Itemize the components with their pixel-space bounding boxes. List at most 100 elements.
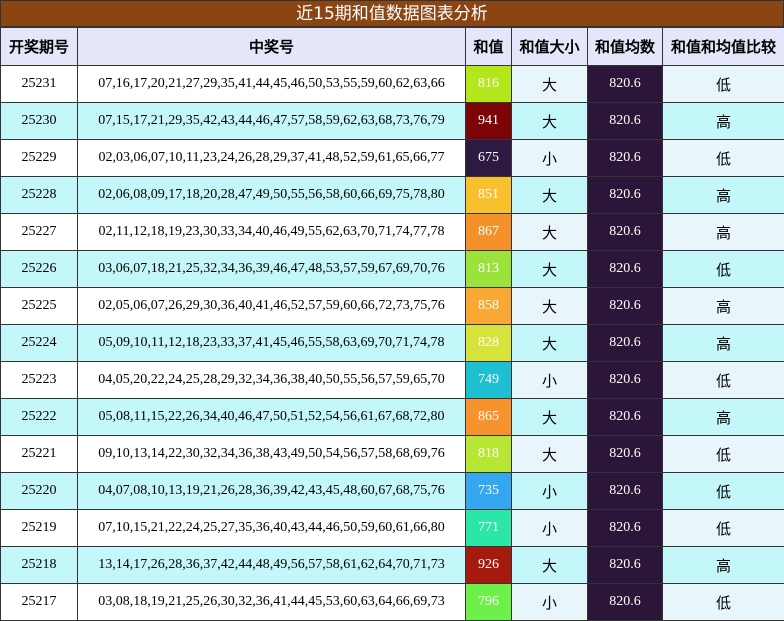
sum-size-cell: 大 <box>512 436 588 473</box>
sum-size-cell: 小 <box>512 362 588 399</box>
issue-cell: 25226 <box>1 251 78 288</box>
winning-numbers-cell: 03,08,18,19,21,25,26,30,32,36,41,44,45,5… <box>78 584 466 621</box>
table-row: 2522802,06,08,09,17,18,20,28,47,49,50,55… <box>1 177 784 214</box>
sum-cell: 735 <box>466 473 512 510</box>
winning-numbers-cell: 03,06,07,18,21,25,32,34,36,39,46,47,48,5… <box>78 251 466 288</box>
header-sum-size: 和值大小 <box>512 28 588 66</box>
table-header-row: 开奖期号 中奖号 和值 和值大小 和值均数 和值和均值比较 <box>1 28 784 66</box>
winning-numbers-cell: 02,11,12,18,19,23,30,33,34,40,46,49,55,6… <box>78 214 466 251</box>
sum-compare-cell: 低 <box>663 510 784 547</box>
issue-cell: 25224 <box>1 325 78 362</box>
sum-average-cell: 820.6 <box>588 325 663 362</box>
table-row: 2522902,03,06,07,10,11,23,24,26,28,29,37… <box>1 140 784 177</box>
table-row: 2522702,11,12,18,19,23,30,33,34,40,46,49… <box>1 214 784 251</box>
sum-cell: 675 <box>466 140 512 177</box>
sum-compare-cell: 高 <box>663 288 784 325</box>
sum-cell: 771 <box>466 510 512 547</box>
sum-compare-cell: 低 <box>663 140 784 177</box>
sum-average-cell: 820.6 <box>588 362 663 399</box>
table-row: 2522603,06,07,18,21,25,32,34,36,39,46,47… <box>1 251 784 288</box>
header-numbers: 中奖号 <box>78 28 466 66</box>
header-sum: 和值 <box>466 28 512 66</box>
table-row: 2522304,05,20,22,24,25,28,29,32,34,36,38… <box>1 362 784 399</box>
sum-cell: 813 <box>466 251 512 288</box>
sum-average-cell: 820.6 <box>588 177 663 214</box>
issue-cell: 25222 <box>1 399 78 436</box>
sum-cell: 926 <box>466 547 512 584</box>
sum-size-cell: 小 <box>512 140 588 177</box>
table-row: 2522502,05,06,07,26,29,30,36,40,41,46,52… <box>1 288 784 325</box>
sum-average-cell: 820.6 <box>588 66 663 103</box>
table-row: 2522205,08,11,15,22,26,34,40,46,47,50,51… <box>1 399 784 436</box>
sum-average-cell: 820.6 <box>588 214 663 251</box>
winning-numbers-cell: 13,14,17,26,28,36,37,42,44,48,49,56,57,5… <box>78 547 466 584</box>
winning-numbers-cell: 02,06,08,09,17,18,20,28,47,49,50,55,56,5… <box>78 177 466 214</box>
sum-compare-cell: 高 <box>663 547 784 584</box>
issue-cell: 25221 <box>1 436 78 473</box>
sum-compare-cell: 高 <box>663 177 784 214</box>
sum-compare-cell: 高 <box>663 325 784 362</box>
sum-compare-cell: 低 <box>663 584 784 621</box>
winning-numbers-cell: 05,09,10,11,12,18,23,33,37,41,45,46,55,5… <box>78 325 466 362</box>
issue-cell: 25220 <box>1 473 78 510</box>
issue-cell: 25218 <box>1 547 78 584</box>
sum-average-cell: 820.6 <box>588 399 663 436</box>
sum-size-cell: 大 <box>512 399 588 436</box>
sum-average-cell: 820.6 <box>588 140 663 177</box>
sum-size-cell: 小 <box>512 473 588 510</box>
sum-size-cell: 大 <box>512 66 588 103</box>
sum-size-cell: 大 <box>512 547 588 584</box>
sum-average-cell: 820.6 <box>588 584 663 621</box>
sum-size-cell: 小 <box>512 584 588 621</box>
table-body: 2523107,16,17,20,21,27,29,35,41,44,45,46… <box>1 66 784 621</box>
sum-size-cell: 大 <box>512 325 588 362</box>
issue-cell: 25229 <box>1 140 78 177</box>
sum-size-cell: 大 <box>512 103 588 140</box>
winning-numbers-cell: 04,07,08,10,13,19,21,26,28,36,39,42,43,4… <box>78 473 466 510</box>
issue-cell: 25217 <box>1 584 78 621</box>
sum-size-cell: 大 <box>512 251 588 288</box>
issue-cell: 25225 <box>1 288 78 325</box>
winning-numbers-cell: 04,05,20,22,24,25,28,29,32,34,36,38,40,5… <box>78 362 466 399</box>
header-sum-average: 和值均数 <box>588 28 663 66</box>
header-issue: 开奖期号 <box>1 28 78 66</box>
sum-compare-cell: 高 <box>663 399 784 436</box>
table-row: 2523107,16,17,20,21,27,29,35,41,44,45,46… <box>1 66 784 103</box>
issue-cell: 25231 <box>1 66 78 103</box>
table-row: 2522004,07,08,10,13,19,21,26,28,36,39,42… <box>1 473 784 510</box>
issue-cell: 25228 <box>1 177 78 214</box>
sum-cell: 828 <box>466 325 512 362</box>
table-row: 2522405,09,10,11,12,18,23,33,37,41,45,46… <box>1 325 784 362</box>
sum-average-cell: 820.6 <box>588 510 663 547</box>
sum-compare-cell: 高 <box>663 214 784 251</box>
sum-compare-cell: 低 <box>663 66 784 103</box>
table-row: 2521703,08,18,19,21,25,26,30,32,36,41,44… <box>1 584 784 621</box>
sum-average-cell: 820.6 <box>588 103 663 140</box>
winning-numbers-cell: 02,05,06,07,26,29,30,36,40,41,46,52,57,5… <box>78 288 466 325</box>
sum-average-cell: 820.6 <box>588 288 663 325</box>
sum-size-cell: 大 <box>512 177 588 214</box>
page-title: 近15期和值数据图表分析 <box>0 0 784 27</box>
sum-cell: 749 <box>466 362 512 399</box>
sum-cell: 851 <box>466 177 512 214</box>
winning-numbers-cell: 07,15,17,21,29,35,42,43,44,46,47,57,58,5… <box>78 103 466 140</box>
sum-average-cell: 820.6 <box>588 436 663 473</box>
issue-cell: 25219 <box>1 510 78 547</box>
winning-numbers-cell: 05,08,11,15,22,26,34,40,46,47,50,51,52,5… <box>78 399 466 436</box>
winning-numbers-cell: 07,16,17,20,21,27,29,35,41,44,45,46,50,5… <box>78 66 466 103</box>
sum-cell: 867 <box>466 214 512 251</box>
sum-compare-cell: 低 <box>663 251 784 288</box>
sum-compare-cell: 高 <box>663 103 784 140</box>
issue-cell: 25223 <box>1 362 78 399</box>
issue-cell: 25230 <box>1 103 78 140</box>
sum-cell: 941 <box>466 103 512 140</box>
sum-size-cell: 大 <box>512 288 588 325</box>
sum-size-cell: 大 <box>512 214 588 251</box>
table-row: 2523007,15,17,21,29,35,42,43,44,46,47,57… <box>1 103 784 140</box>
winning-numbers-cell: 09,10,13,14,22,30,32,34,36,38,43,49,50,5… <box>78 436 466 473</box>
sum-cell: 858 <box>466 288 512 325</box>
draw-results-table: 开奖期号 中奖号 和值 和值大小 和值均数 和值和均值比较 2523107,16… <box>0 27 784 621</box>
winning-numbers-cell: 02,03,06,07,10,11,23,24,26,28,29,37,41,4… <box>78 140 466 177</box>
sum-compare-cell: 低 <box>663 436 784 473</box>
sum-average-cell: 820.6 <box>588 547 663 584</box>
